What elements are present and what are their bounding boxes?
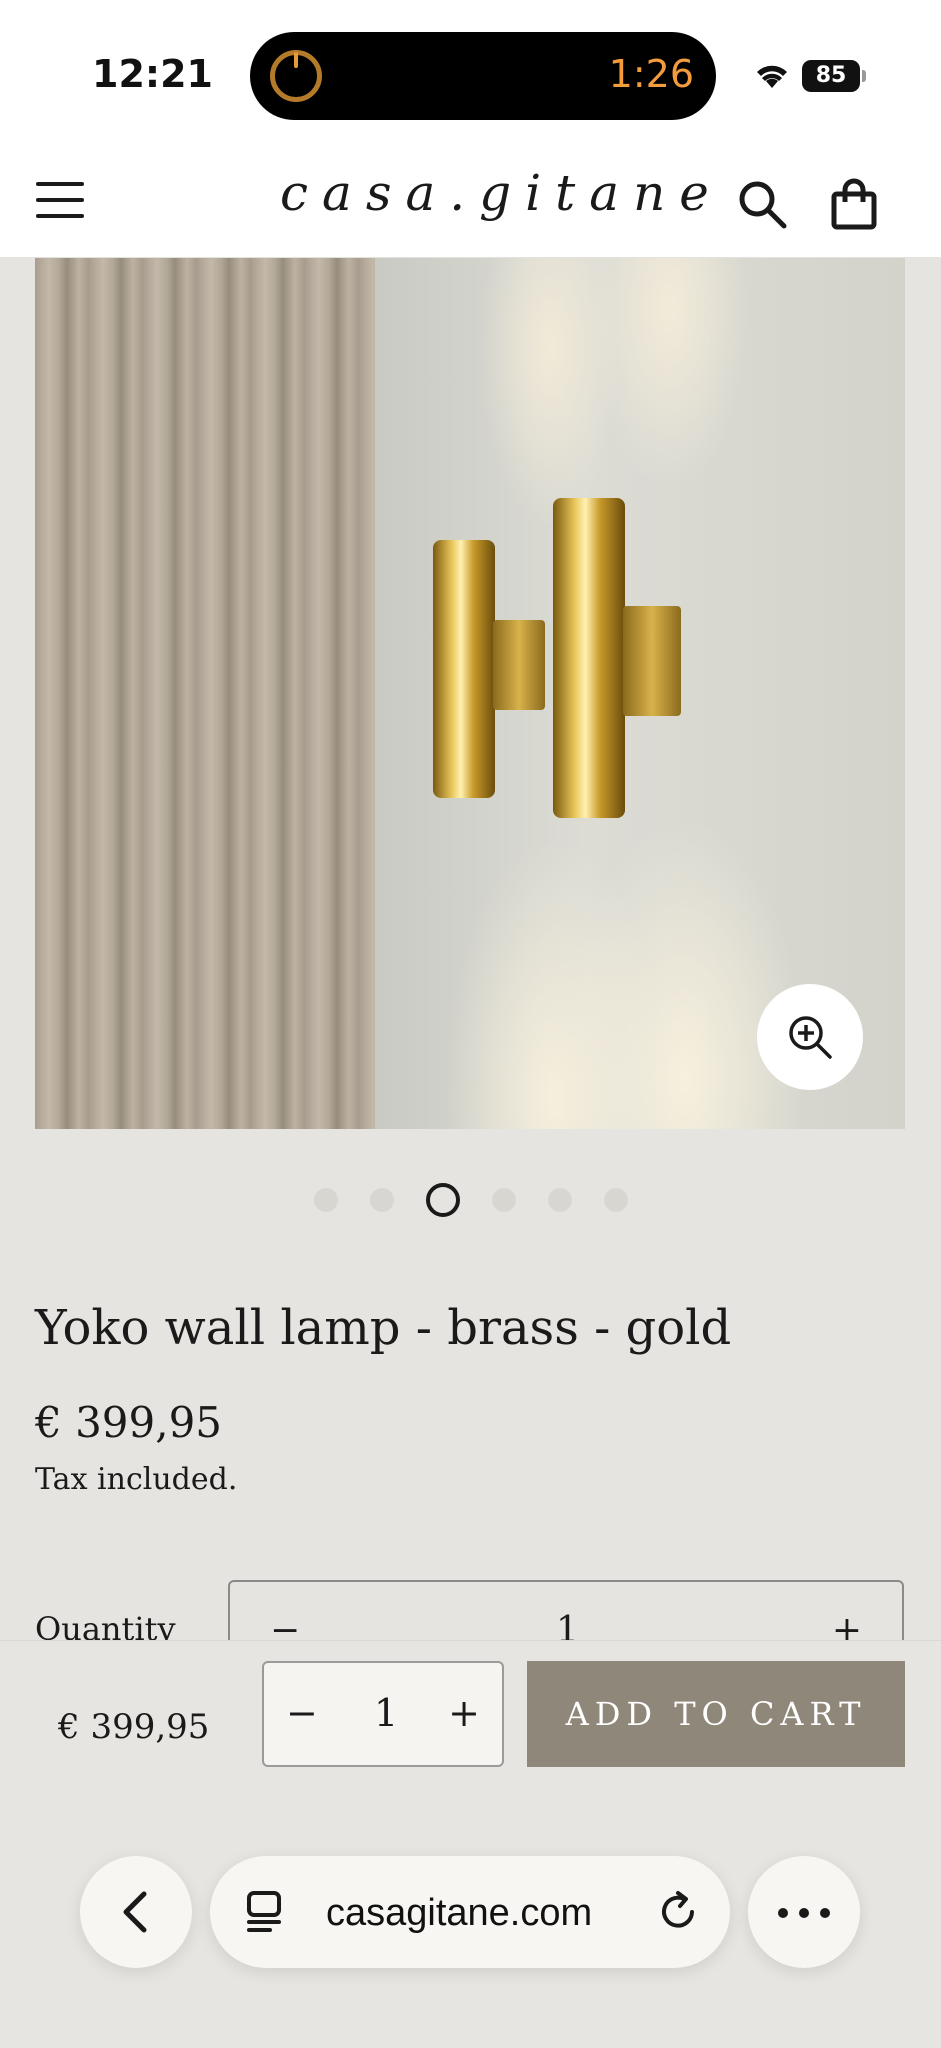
timer-text: 1:26 bbox=[608, 52, 694, 96]
quantity-plus-button[interactable]: + bbox=[448, 1691, 480, 1735]
site-logo[interactable]: casa.gitane bbox=[280, 164, 709, 222]
sticky-price: € 399,95 bbox=[58, 1707, 210, 1747]
carousel-dot[interactable] bbox=[603, 1188, 628, 1212]
image-lamp-large bbox=[553, 498, 625, 818]
add-to-cart-button[interactable]: ADD TO CART bbox=[527, 1661, 905, 1767]
carousel-dot-active[interactable] bbox=[425, 1183, 460, 1217]
cart-bag-icon[interactable] bbox=[830, 178, 878, 230]
reader-mode-icon[interactable] bbox=[246, 1890, 282, 1934]
carousel-dot[interactable] bbox=[313, 1188, 338, 1212]
address-bar[interactable]: casagitane.com bbox=[210, 1856, 730, 1968]
product-title: Yoko wall lamp - brass - gold bbox=[35, 1300, 732, 1356]
battery-icon: 85 bbox=[802, 60, 866, 92]
browser-toolbar: casagitane.com bbox=[0, 1808, 941, 2048]
more-dot bbox=[799, 1908, 809, 1918]
zoom-button[interactable] bbox=[757, 984, 863, 1090]
status-bar: 12:21 1:26 85 bbox=[0, 0, 941, 148]
product-image[interactable] bbox=[35, 258, 905, 1129]
back-button[interactable] bbox=[80, 1856, 192, 1968]
quantity-stepper[interactable]: − 1 + bbox=[262, 1661, 504, 1767]
site-header: casa.gitane bbox=[0, 148, 941, 258]
product-price: € 399,95 bbox=[35, 1398, 223, 1447]
wifi-icon bbox=[757, 65, 787, 88]
chevron-left-icon bbox=[123, 1891, 147, 1933]
dynamic-island[interactable]: 1:26 bbox=[250, 32, 716, 120]
carousel-dot[interactable] bbox=[547, 1188, 572, 1212]
timer-icon bbox=[270, 50, 322, 102]
reload-icon[interactable] bbox=[656, 1890, 700, 1934]
zoom-in-icon bbox=[789, 1016, 832, 1059]
status-time: 12:21 bbox=[92, 52, 213, 96]
more-dot bbox=[820, 1908, 830, 1918]
image-lamp-small-mount bbox=[493, 620, 545, 710]
image-curtain bbox=[35, 258, 375, 1129]
carousel-dots bbox=[0, 1182, 941, 1218]
sticky-cart-bar: € 399,95 − 1 + ADD TO CART bbox=[0, 1640, 941, 1808]
url-text[interactable]: casagitane.com bbox=[326, 1892, 592, 1935]
more-options-button[interactable] bbox=[748, 1856, 860, 1968]
carousel-dot[interactable] bbox=[491, 1188, 516, 1212]
tax-note: Tax included. bbox=[35, 1462, 238, 1497]
image-lamp-large-mount bbox=[623, 606, 681, 716]
quantity-value[interactable]: 1 bbox=[374, 1691, 398, 1735]
image-lamp-small bbox=[433, 540, 495, 798]
more-dot bbox=[778, 1908, 788, 1918]
quantity-minus-button[interactable]: − bbox=[286, 1691, 318, 1735]
menu-icon[interactable] bbox=[36, 182, 84, 222]
search-icon[interactable] bbox=[736, 178, 788, 230]
battery-level: 85 bbox=[815, 63, 847, 88]
carousel-dot[interactable] bbox=[369, 1188, 394, 1212]
